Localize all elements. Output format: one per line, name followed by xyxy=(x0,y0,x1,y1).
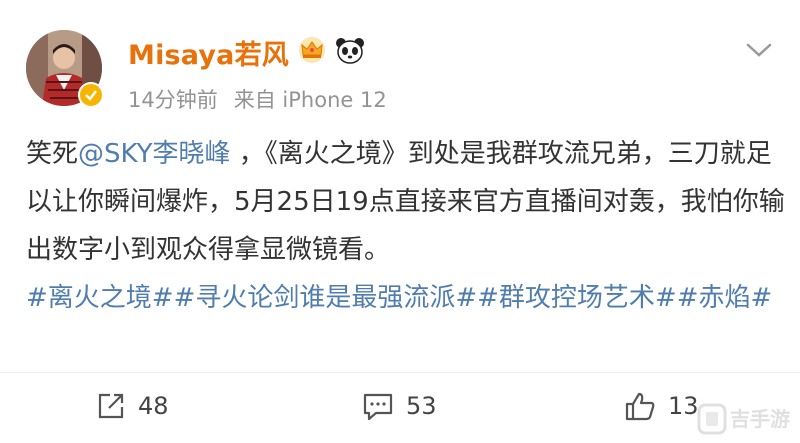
like-count: 13 xyxy=(668,392,699,420)
panda-icon[interactable] xyxy=(335,36,365,68)
hashtag-links[interactable]: #离火之境##寻火论剑谁是最强流派##群攻控场艺术##赤焰# xyxy=(26,283,772,313)
post-time: 14分钟前 xyxy=(128,88,218,112)
post-meta: 14分钟前 来自 iPhone 12 xyxy=(128,84,387,114)
watermark-icon xyxy=(697,403,727,435)
more-options-button[interactable] xyxy=(744,38,774,62)
share-icon xyxy=(98,393,124,419)
chevron-down-icon xyxy=(746,43,772,57)
repost-button[interactable]: 48 xyxy=(96,391,169,421)
post-content: 笑死@SKY李晓峰 ，《离火之境》到处是我群攻流兄弟，三刀就足以让你瞬间爆炸，5… xyxy=(26,130,786,322)
crown-icon[interactable] xyxy=(297,36,327,68)
thumbs-up-icon xyxy=(625,392,655,421)
watermark-logo: 吉手游 xyxy=(696,401,792,441)
username-row: Misaya若风 xyxy=(128,33,365,72)
mention-link[interactable]: @SKY李晓峰 xyxy=(78,139,231,169)
like-button[interactable]: 13 xyxy=(624,391,699,421)
action-bar: 48 53 13 xyxy=(0,372,800,443)
comment-icon xyxy=(363,393,393,421)
post-prefix: 笑死 xyxy=(26,139,79,169)
repost-count: 48 xyxy=(138,392,169,420)
comment-button[interactable]: 53 xyxy=(362,391,437,421)
watermark-text: 吉手游 xyxy=(730,407,790,431)
comment-count: 53 xyxy=(406,392,437,420)
post-source: 来自 iPhone 12 xyxy=(233,88,387,112)
verified-badge-icon xyxy=(78,82,104,108)
username[interactable]: Misaya若风 xyxy=(128,33,289,72)
weibo-post-card: Misaya若风 14分钟前 来自 iPhone 12 笑死@SKY李晓峰 ，《… xyxy=(0,0,800,443)
